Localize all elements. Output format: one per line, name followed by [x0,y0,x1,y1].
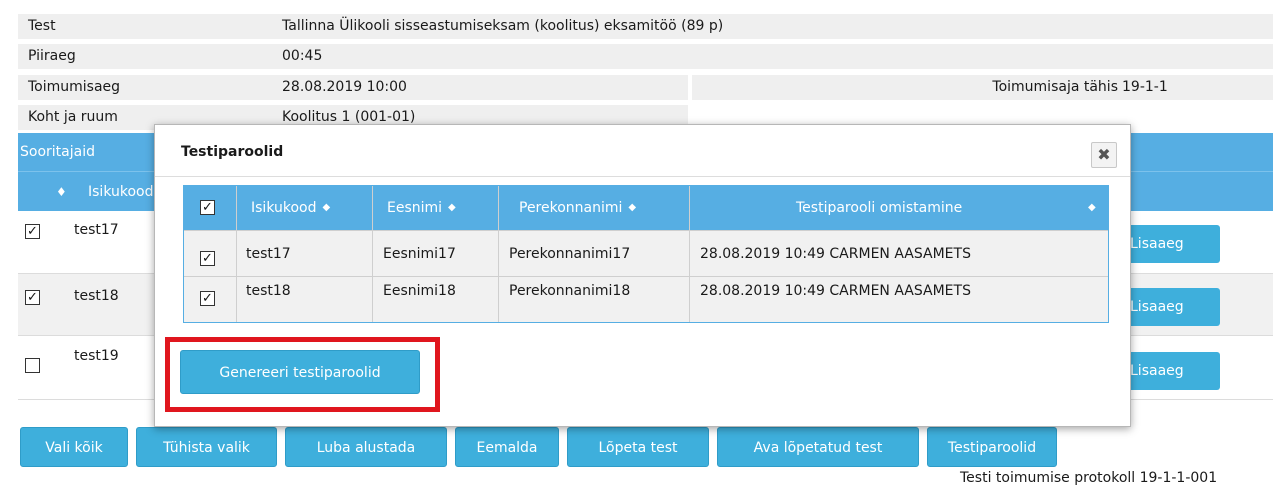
row-isikukood: test17 [246,246,291,262]
row-perekonnanimi: Perekonnanimi17 [509,246,631,262]
column-isikukood[interactable]: Isikukood ◆ [251,186,330,230]
column-perekonnanimi-label: Perekonnanimi [519,200,623,216]
row-isikukood: test18 [246,283,291,299]
row-omistamine: 28.08.2019 10:49 CARMEN AASAMETS [700,283,971,299]
dialog-title-bar: Testiparoolid ✖ [155,125,1130,177]
test-passwords-button[interactable]: Testiparoolid [927,427,1057,467]
protocol-link[interactable]: Testi toimumise protokoll 19-1-1-001 [960,470,1217,486]
passwords-table: ✓ Isikukood ◆ Eesnimi ◆ Perekonnanimi ◆ Tes… [183,185,1109,323]
date-code-label: Toimumisaja tähis [692,75,1122,100]
column-isikukood[interactable]: Isikukood [88,172,154,212]
test-label: Test [18,14,276,39]
row-checkbox[interactable]: ✓ [200,291,215,306]
column-omistamine[interactable]: Testiparooli omistamine [796,186,962,230]
row-checkbox[interactable]: ✓ [200,251,215,266]
sort-icon: ◆ [322,202,331,213]
highlight-box [165,337,440,412]
grid-line [236,186,237,322]
passwords-table-header: ✓ Isikukood ◆ Eesnimi ◆ Perekonnanimi ◆ Tes… [184,186,1108,230]
participant-id: test17 [74,222,119,238]
row-checkbox[interactable] [25,358,40,373]
select-all-checkbox[interactable]: ✓ [200,200,215,215]
password-row: ✓ test18 Eesnimi18 Perekonnanimi18 28.08… [184,276,1108,322]
password-row: ✓ test17 Eesnimi17 Perekonnanimi17 28.08… [184,230,1108,276]
column-eesnimi[interactable]: Eesnimi ◆ [387,186,456,230]
sort-all-icon[interactable]: ♦ [56,172,67,212]
sort-icon: ◆ [448,202,456,213]
grid-line [689,186,690,322]
participant-id: test18 [74,288,119,304]
open-finished-test-button[interactable]: Ava lõpetatud test [717,427,919,467]
date-code-value: 19-1-1 [1118,75,1273,100]
column-perekonnanimi[interactable]: Perekonnanimi ◆ [519,186,636,230]
row-perekonnanimi: Perekonnanimi18 [509,283,631,299]
row-checkbox[interactable]: ✓ [25,290,40,305]
extra-time-button[interactable]: Lisaaeg [1128,288,1220,326]
close-icon[interactable]: ✖ [1091,142,1117,168]
test-value: Tallinna Ülikooli sisseastumiseksam (koo… [272,14,1273,39]
date-label: Toimumisaeg [18,75,276,100]
grid-line [372,186,373,322]
row-eesnimi: Eesnimi17 [383,246,456,262]
dialog-title: Testiparoolid [181,144,284,160]
date-value: 28.08.2019 10:00 [272,75,688,100]
extra-time-button[interactable]: Lisaaeg [1128,225,1220,263]
participants-section-label: Sooritajaid [20,144,95,160]
clear-selection-button[interactable]: Tühista valik [136,427,277,467]
column-isikukood-label: Isikukood [251,200,317,216]
participant-id: test19 [74,348,119,364]
column-omistamine-label: Testiparooli omistamine [796,200,963,216]
sort-icon[interactable]: ◆ [1088,186,1096,230]
extra-time-button[interactable]: Lisaaeg [1128,352,1220,390]
remove-button[interactable]: Eemalda [455,427,559,467]
finish-test-button[interactable]: Lõpeta test [567,427,709,467]
time-limit-label: Piiraeg [18,44,276,69]
row-eesnimi: Eesnimi18 [383,283,456,299]
row-omistamine: 28.08.2019 10:49 CARMEN AASAMETS [700,246,971,262]
row-checkbox[interactable]: ✓ [25,224,40,239]
grid-line [498,186,499,322]
select-all-button[interactable]: Vali kõik [20,427,128,467]
time-limit-value: 00:45 [272,44,1273,69]
column-eesnimi-label: Eesnimi [387,200,443,216]
sort-icon: ◆ [628,202,637,213]
allow-start-button[interactable]: Luba alustada [285,427,447,467]
